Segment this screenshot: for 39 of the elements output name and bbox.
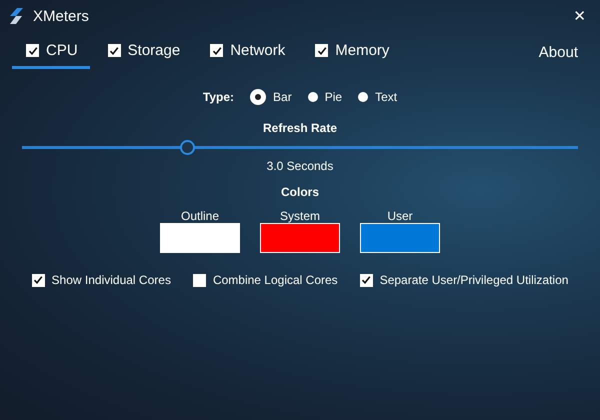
radio-label: Pie <box>324 90 342 104</box>
checkbox[interactable] <box>210 44 224 57</box>
slider-thumb[interactable] <box>180 140 196 155</box>
option-label: Combine Logical Cores <box>212 273 338 287</box>
swatch-label: Outline <box>180 209 220 223</box>
checkbox[interactable] <box>32 274 45 286</box>
option-label: Show Individual Cores <box>52 273 171 287</box>
tab-label: Memory <box>335 42 390 59</box>
tab-label: CPU <box>46 42 78 59</box>
radio-option[interactable]: Bar <box>250 89 292 105</box>
checkbox[interactable] <box>192 274 206 286</box>
radio-label: Text <box>375 90 398 104</box>
tab[interactable]: Memory <box>301 36 402 69</box>
radio-option[interactable]: Text <box>358 90 398 104</box>
refresh-rate-heading: Refresh Rate <box>262 121 338 135</box>
refresh-reading: 3.0 Seconds <box>266 159 334 173</box>
tab[interactable]: CPU <box>12 36 90 69</box>
color-swatch[interactable] <box>260 223 340 253</box>
radio-option[interactable]: Pie <box>308 90 342 104</box>
close-button[interactable]: ✕ <box>571 7 588 25</box>
tab[interactable]: Network <box>196 36 298 69</box>
swatch-label: User <box>387 209 413 223</box>
checkbox[interactable] <box>315 44 328 57</box>
tab-label: Network <box>230 42 286 59</box>
radio-label: Bar <box>273 90 292 104</box>
swatch-label: System <box>280 209 320 223</box>
tab[interactable]: Storage <box>94 36 192 69</box>
option-label: Separate User/Privileged Utilization <box>380 273 568 287</box>
about-link[interactable]: About <box>538 44 578 61</box>
color-swatch[interactable] <box>360 223 440 253</box>
window-title: XMeters <box>33 8 90 24</box>
type-label: Type: <box>202 90 234 104</box>
logo-icon <box>10 8 23 24</box>
tab-label: Storage <box>128 42 180 59</box>
checkbox[interactable] <box>108 44 121 57</box>
checkbox[interactable] <box>360 274 373 286</box>
colors-heading: Colors <box>280 185 319 199</box>
color-swatch[interactable] <box>160 223 240 253</box>
checkbox[interactable] <box>26 44 39 57</box>
